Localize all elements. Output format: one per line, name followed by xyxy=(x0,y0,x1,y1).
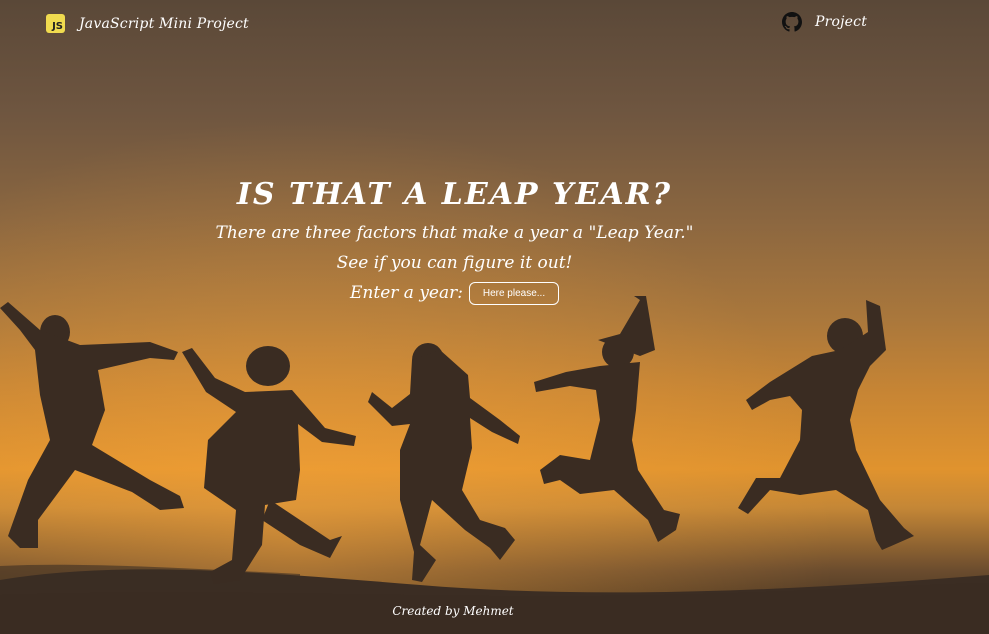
silhouette-person-4 xyxy=(534,296,680,542)
silhouette-person-1 xyxy=(0,302,184,548)
brand-link[interactable]: JS JavaScript Mini Project xyxy=(46,14,249,33)
project-label: Project xyxy=(815,14,868,30)
navbar: JS JavaScript Mini Project Project xyxy=(0,0,989,48)
brand-label: JavaScript Mini Project xyxy=(79,15,249,32)
page: JS JavaScript Mini Project Project IS TH… xyxy=(0,0,989,634)
year-input-row: Enter a year: xyxy=(0,278,909,308)
jumping-people-background xyxy=(0,296,989,634)
hero-section: IS THAT A LEAP YEAR? There are three fac… xyxy=(0,172,909,308)
silhouette-person-2 xyxy=(182,346,356,584)
description-line-2: See if you can figure it out! xyxy=(336,253,573,273)
silhouette-person-5 xyxy=(738,300,914,550)
year-prompt-label: Enter a year: xyxy=(350,283,463,303)
description-line-1: There are three factors that make a year… xyxy=(215,223,694,243)
footer-credit: Created by Mehmet xyxy=(392,604,514,618)
ground-far xyxy=(0,564,300,590)
js-logo-icon: JS xyxy=(46,14,65,33)
page-title: IS THAT A LEAP YEAR? xyxy=(236,177,673,212)
silhouette-person-3 xyxy=(368,343,520,582)
year-input[interactable] xyxy=(468,281,559,305)
project-link[interactable]: Project xyxy=(782,12,867,32)
js-logo-text: JS xyxy=(52,21,63,32)
github-icon xyxy=(782,12,802,32)
